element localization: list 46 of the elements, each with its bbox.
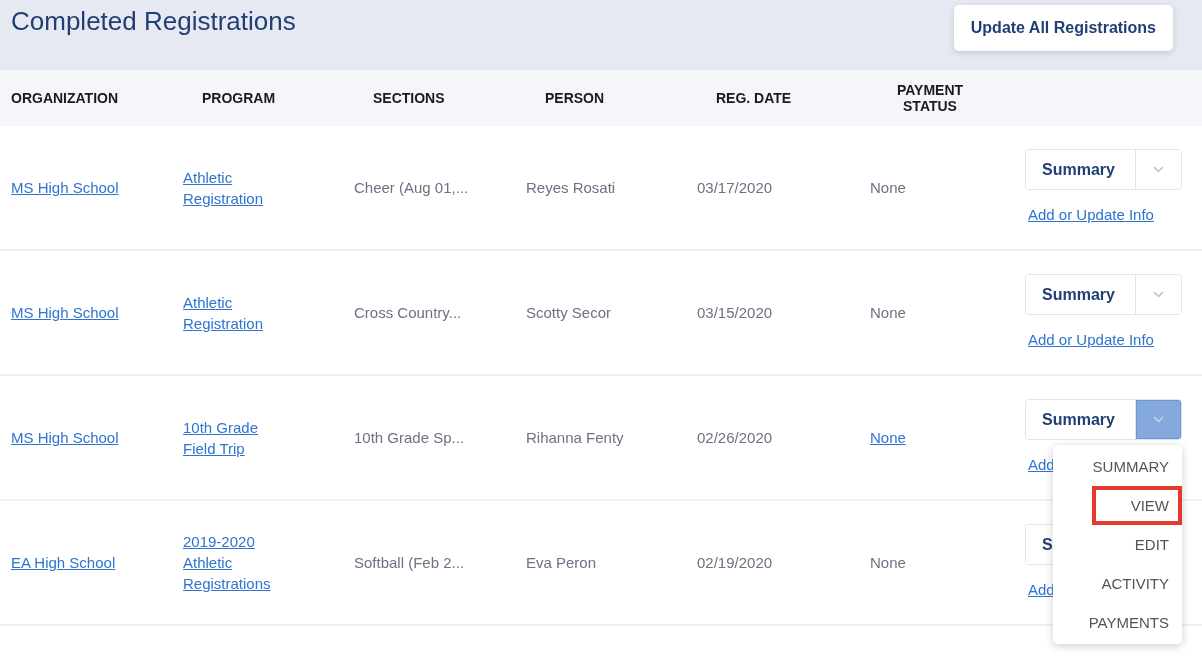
program-link[interactable]: 2019-2020 Athletic Registrations [183,531,293,594]
program-link[interactable]: 10th Grade Field Trip [183,416,293,459]
summary-button[interactable]: Summary [1026,400,1136,439]
update-all-button[interactable]: Update All Registrations [953,5,1173,51]
payment-status: None [870,179,906,196]
column-header: PROGRAM [201,90,277,106]
sections-text: Cheer (Aug 01,... [354,179,469,196]
column-header: SECTIONS [372,90,446,106]
registration-date: 02/26/2020 [697,429,773,446]
menu-item[interactable]: VIEW [1092,486,1182,525]
chevron-down-icon [1153,416,1164,423]
registration-date: 02/19/2020 [697,554,773,571]
add-update-info-link[interactable]: Add or Update Info [1028,329,1154,350]
menu-item[interactable]: SUMMARY [1053,447,1182,486]
summary-button[interactable]: Summary [1026,150,1136,189]
payment-status: None [870,304,906,321]
organization-link[interactable]: MS High School [11,177,119,198]
menu-item[interactable]: EDIT [1053,525,1182,564]
menu-item[interactable]: PAYMENTS [1053,603,1182,642]
payment-status: None [870,554,906,571]
column-header: ORGANIZATION [11,90,120,106]
column-header: PERSON [544,90,606,106]
column-header: PAYMENT STATUS [895,82,965,114]
page-title: Completed Registrations [11,6,296,37]
chevron-down-icon [1153,166,1164,173]
person-name: Eva Peron [526,554,597,571]
person-name: Scotty Secor [526,304,612,321]
sections-text: 10th Grade Sp... [354,429,465,446]
menu-item[interactable]: ACTIVITY [1053,564,1182,603]
organization-link[interactable]: EA High School [11,552,116,573]
sections-text: Cross Country... [354,304,462,321]
registration-date: 03/15/2020 [697,304,773,321]
column-header: REG. DATE [715,90,793,106]
person-name: Rihanna Fenty [526,429,624,446]
chevron-down-icon [1153,291,1164,298]
dropdown-toggle[interactable] [1136,400,1181,439]
person-name: Reyes Rosati [526,179,616,196]
organization-link[interactable]: MS High School [11,302,119,323]
sections-text: Softball (Feb 2... [354,554,465,571]
program-link[interactable]: Athletic Registration [183,166,293,209]
program-link[interactable]: Athletic Registration [183,291,293,334]
organization-link[interactable]: MS High School [11,427,119,448]
payment-status-link[interactable]: None [870,427,906,448]
summary-button[interactable]: Summary [1026,275,1136,314]
add-update-info-link[interactable]: Add or Update Info [1028,204,1154,225]
registration-date: 03/17/2020 [697,179,773,196]
